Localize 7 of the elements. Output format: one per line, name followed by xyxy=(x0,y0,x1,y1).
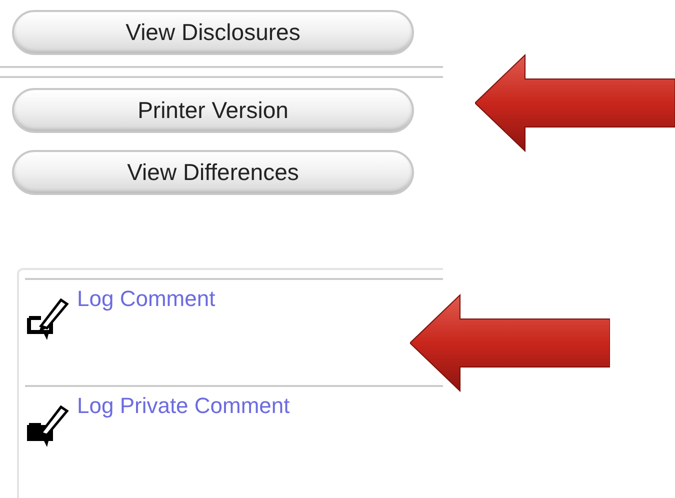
comment-link[interactable]: Log Private Comment xyxy=(77,389,290,422)
action-button[interactable]: Printer Version xyxy=(12,88,414,133)
action-button[interactable]: View Disclosures xyxy=(12,10,414,55)
comment-link[interactable]: Log Comment xyxy=(77,282,216,315)
filled-comment-pen-icon xyxy=(25,403,71,449)
comment-pen-icon xyxy=(25,296,71,342)
action-button[interactable]: View Differences xyxy=(12,150,414,195)
